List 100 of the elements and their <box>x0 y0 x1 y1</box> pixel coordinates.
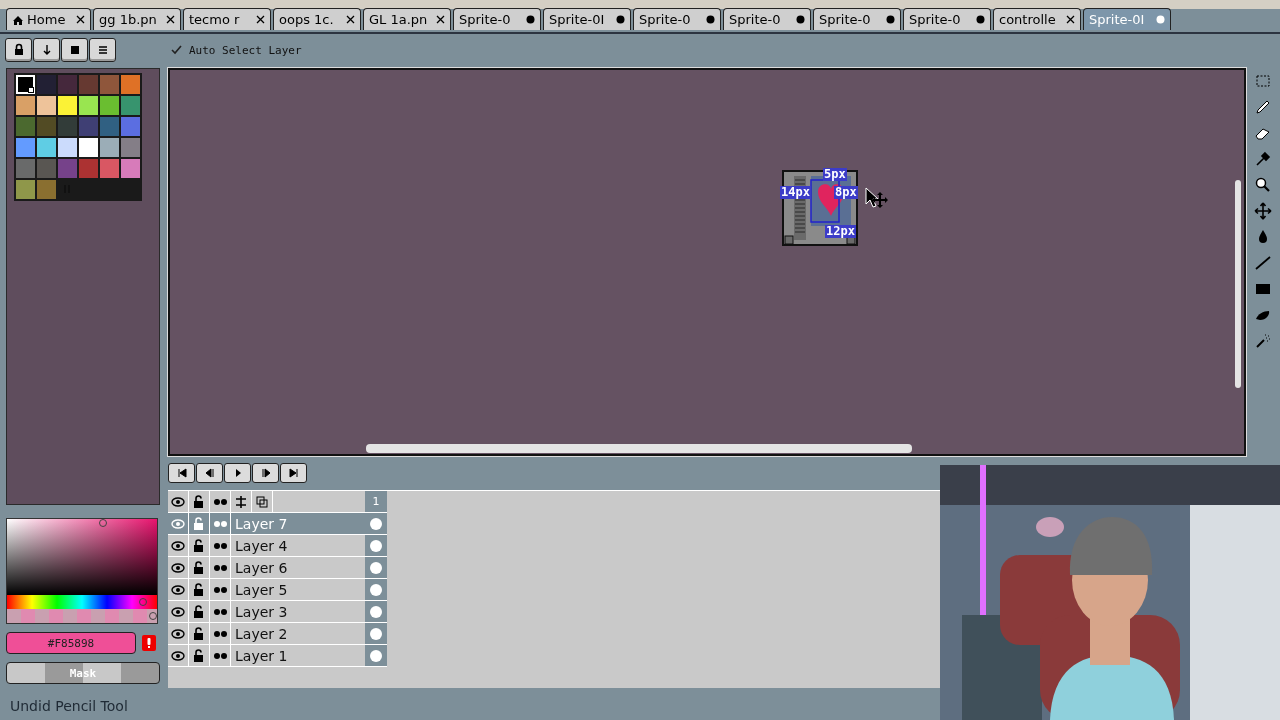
close-icon[interactable] <box>1065 14 1076 25</box>
color-swatch[interactable] <box>57 116 78 137</box>
search-icon[interactable] <box>1254 176 1272 194</box>
dot-icon[interactable] <box>975 14 986 25</box>
color-swatch[interactable] <box>15 158 36 179</box>
dot-icon[interactable] <box>615 14 626 25</box>
file-tab[interactable]: Home <box>6 8 91 30</box>
alpha-slider[interactable] <box>7 609 157 623</box>
color-swatch[interactable] <box>78 158 99 179</box>
close-icon[interactable] <box>255 14 266 25</box>
vertical-scrollbar[interactable] <box>1235 180 1241 388</box>
warning-icon[interactable] <box>145 637 153 649</box>
close-icon[interactable] <box>345 14 356 25</box>
last-frame-button[interactable] <box>280 463 307 483</box>
file-tab[interactable]: Sprite-0I <box>543 8 631 30</box>
lock-icon[interactable] <box>192 538 206 553</box>
color-swatch[interactable] <box>120 137 141 158</box>
layer-row[interactable]: Layer 5 <box>168 579 365 601</box>
color-swatch[interactable] <box>99 137 120 158</box>
lock-icon[interactable] <box>192 626 206 641</box>
close-icon[interactable] <box>75 14 86 25</box>
color-swatch[interactable] <box>120 158 141 179</box>
file-tab[interactable]: Sprite-0 <box>723 8 811 30</box>
layer-row[interactable]: Layer 4 <box>168 535 365 557</box>
menu-button[interactable] <box>89 38 116 62</box>
color-field[interactable] <box>7 519 157 595</box>
color-swatch[interactable] <box>57 137 78 158</box>
color-swatch[interactable] <box>15 179 36 200</box>
sliders-icon[interactable] <box>234 494 248 509</box>
color-swatch[interactable] <box>120 95 141 116</box>
eye-icon[interactable] <box>171 538 185 553</box>
color-swatch[interactable] <box>99 74 120 95</box>
lock-icon[interactable] <box>192 582 206 597</box>
color-swatch[interactable] <box>15 74 36 95</box>
file-tab[interactable]: controlle <box>993 8 1081 30</box>
eye-icon[interactable] <box>171 604 185 619</box>
file-tab[interactable]: Sprite-0 <box>453 8 541 30</box>
file-tab[interactable]: Sprite-0 <box>903 8 991 30</box>
down-button[interactable] <box>33 38 60 62</box>
lock-button[interactable] <box>5 38 32 62</box>
cel-icon[interactable] <box>370 605 382 618</box>
color-swatch[interactable] <box>78 74 99 95</box>
dot-icon[interactable] <box>525 14 536 25</box>
lock-icon[interactable] <box>192 560 206 575</box>
spray-icon[interactable] <box>1254 332 1272 350</box>
color-swatch[interactable] <box>99 158 120 179</box>
color-swatch[interactable] <box>36 95 57 116</box>
color-swatch[interactable] <box>36 179 57 200</box>
file-tab[interactable]: GL 1a.pn <box>363 8 451 30</box>
close-icon[interactable] <box>165 14 176 25</box>
lock-icon[interactable] <box>192 648 206 663</box>
hex-color-field[interactable]: #F85898 <box>6 632 136 654</box>
color-swatch[interactable] <box>57 95 78 116</box>
color-swatch[interactable] <box>57 74 78 95</box>
eye-icon[interactable] <box>171 648 185 663</box>
move-icon[interactable] <box>1254 202 1272 220</box>
color-swatch[interactable] <box>15 137 36 158</box>
dot-icon[interactable] <box>705 14 716 25</box>
color-swatch[interactable] <box>36 158 57 179</box>
color-swatch[interactable] <box>57 158 78 179</box>
dot-icon[interactable] <box>885 14 896 25</box>
layer-row[interactable]: Layer 3 <box>168 601 365 623</box>
cel-icon[interactable] <box>370 627 382 640</box>
cel-icon[interactable] <box>370 561 382 574</box>
color-swatch[interactable] <box>99 116 120 137</box>
layer-row[interactable]: Layer 6 <box>168 557 365 579</box>
square-button[interactable] <box>61 38 88 62</box>
cel-icon[interactable] <box>370 539 382 552</box>
eye-icon[interactable] <box>171 582 185 597</box>
close-icon[interactable] <box>435 14 446 25</box>
file-tab[interactable]: tecmo r <box>183 8 271 30</box>
cel-icon[interactable] <box>370 517 382 530</box>
dot-icon[interactable] <box>1155 14 1166 25</box>
eye-icon[interactable] <box>171 494 185 509</box>
hue-slider[interactable] <box>7 595 157 609</box>
file-tab[interactable]: Sprite-0 <box>633 8 721 30</box>
checkbox[interactable] <box>170 43 183 57</box>
selection-icon[interactable] <box>1254 72 1272 90</box>
color-swatch[interactable] <box>15 95 36 116</box>
color-swatch[interactable] <box>99 95 120 116</box>
eye-icon[interactable] <box>171 626 185 641</box>
pencil-icon[interactable] <box>1254 98 1272 116</box>
color-swatch[interactable] <box>78 116 99 137</box>
layer-row[interactable]: Layer 1 <box>168 645 365 667</box>
color-swatch[interactable] <box>120 116 141 137</box>
color-swatch[interactable] <box>78 95 99 116</box>
lock-icon[interactable] <box>192 494 206 509</box>
color-swatch[interactable] <box>78 137 99 158</box>
cel-icon[interactable] <box>370 583 382 596</box>
file-tab[interactable]: Sprite-0 <box>813 8 901 30</box>
play-button[interactable] <box>224 463 251 483</box>
file-tab[interactable]: oops 1c. <box>273 8 361 30</box>
color-swatch[interactable] <box>36 74 57 95</box>
file-tab[interactable]: gg 1b.pn <box>93 8 181 30</box>
color-swatch[interactable] <box>15 116 36 137</box>
next-frame-button[interactable] <box>252 463 279 483</box>
dot-icon[interactable] <box>795 14 806 25</box>
first-frame-button[interactable] <box>168 463 195 483</box>
horizontal-scrollbar[interactable] <box>366 444 912 453</box>
previous-frame-button[interactable] <box>196 463 223 483</box>
